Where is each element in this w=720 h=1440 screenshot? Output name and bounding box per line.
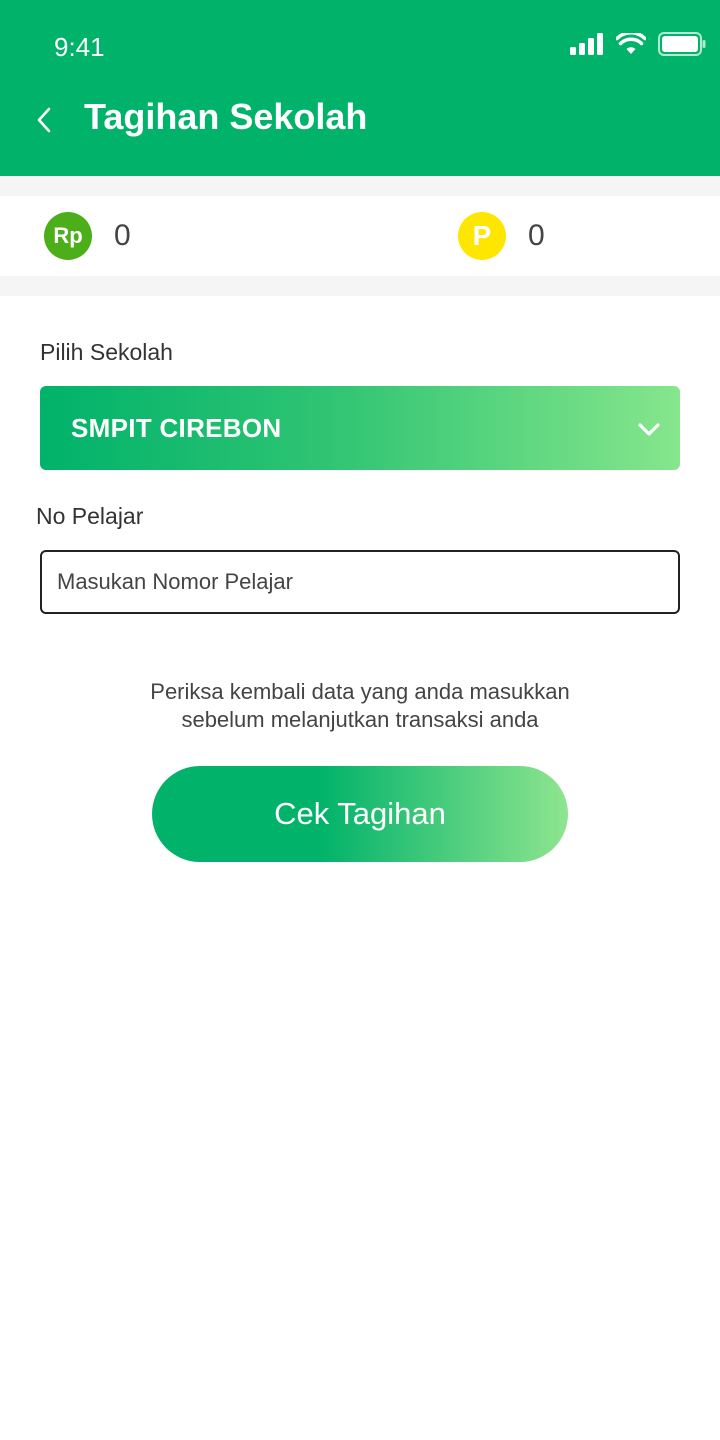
points-balance-value: 0 xyxy=(528,219,545,252)
separator xyxy=(0,176,720,196)
chevron-left-icon xyxy=(37,107,51,133)
school-label: Pilih Sekolah xyxy=(40,339,173,365)
signal-icon xyxy=(570,33,603,55)
separator xyxy=(0,276,720,296)
check-bill-button[interactable]: Cek Tagihan xyxy=(152,766,568,862)
school-dropdown[interactable]: SMPIT CIREBON xyxy=(40,386,680,470)
page-title: Tagihan Sekolah xyxy=(84,96,368,137)
notice-text: Periksa kembali data yang anda masukkan … xyxy=(0,678,720,734)
student-number-input[interactable] xyxy=(40,550,680,614)
rupiah-balance: Rp 0 xyxy=(44,212,131,260)
points-icon-text: P xyxy=(472,220,492,251)
app-bar: 9:41 Tagihan Sekolah xyxy=(0,0,720,176)
back-button[interactable] xyxy=(26,100,62,140)
rupiah-icon-text: Rp xyxy=(53,223,83,248)
battery-icon xyxy=(658,32,706,56)
wifi-icon xyxy=(616,33,646,54)
balance-bar: Rp 0 P 0 xyxy=(0,196,720,276)
rupiah-balance-value: 0 xyxy=(114,219,131,252)
chevron-down-icon xyxy=(638,423,660,436)
notice-line-2: sebelum melanjutkan transaksi anda xyxy=(181,707,539,732)
points-icon: P xyxy=(458,212,506,260)
status-time: 9:41 xyxy=(54,32,105,62)
rupiah-icon: Rp xyxy=(44,212,92,260)
student-number-label: No Pelajar xyxy=(36,503,144,529)
points-balance: P 0 xyxy=(458,212,545,260)
status-icons xyxy=(570,32,706,56)
school-dropdown-value: SMPIT CIREBON xyxy=(71,413,282,443)
notice-line-1: Periksa kembali data yang anda masukkan xyxy=(150,679,570,704)
